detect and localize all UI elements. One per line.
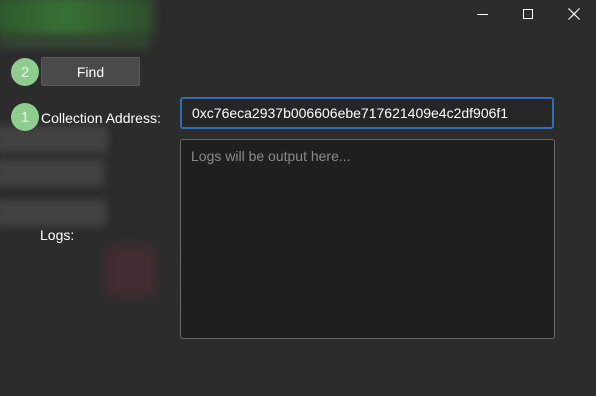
collection-address-input[interactable] [180,97,554,129]
background-logo-blur [0,0,154,36]
find-button[interactable]: Find [41,57,140,86]
close-icon [568,8,580,20]
background-button-blur [0,126,108,152]
background-button-blur [0,160,104,186]
background-logo-subtitle-blur [0,38,150,48]
close-button[interactable] [563,4,585,24]
step-badge-find: 2 [11,58,39,86]
maximize-button[interactable] [517,4,539,24]
minimize-button[interactable] [471,4,493,24]
background-button-blur [0,200,106,226]
logs-output[interactable] [180,139,555,339]
step-badge-address: 1 [11,103,39,131]
collection-address-label: Collection Address: [41,110,161,126]
minimize-icon [476,13,488,15]
maximize-icon [523,9,533,19]
logs-label: Logs: [40,227,75,243]
background-tile-blur [106,246,156,296]
